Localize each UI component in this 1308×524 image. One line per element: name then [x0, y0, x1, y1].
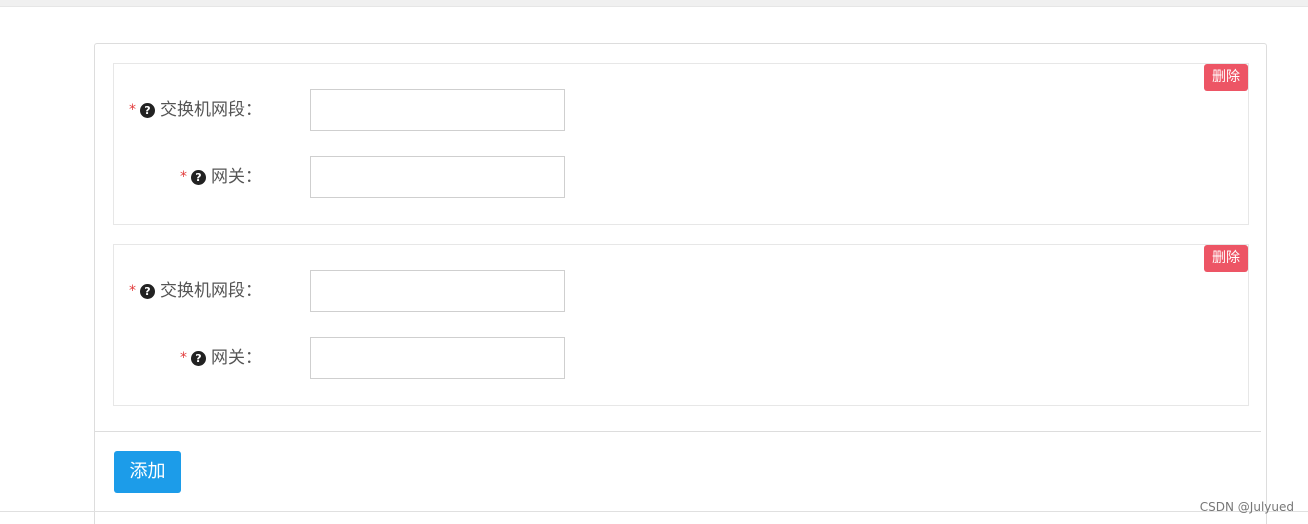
required-mark: * [180, 169, 187, 185]
required-mark: * [180, 350, 187, 366]
help-icon[interactable]: ? [140, 102, 155, 118]
gateway-input[interactable] [310, 337, 565, 379]
network-group-1: 删除 * ? 交换机网段： * ? 网关： [113, 63, 1249, 225]
gateway-input[interactable] [310, 156, 565, 198]
field-label: * ? 网关： [180, 156, 262, 198]
delete-group-button[interactable]: 删除 [1204, 245, 1248, 272]
switch-segment-input[interactable] [310, 270, 565, 312]
switch-segment-input[interactable] [310, 89, 565, 131]
footer-divider [95, 431, 1261, 432]
field-label-text: 交换机网段： [160, 100, 262, 120]
field-label-text: 网关： [211, 348, 262, 368]
add-group-button[interactable]: 添加 [114, 451, 181, 493]
required-mark: * [129, 283, 136, 299]
field-label: * ? 网关： [180, 337, 262, 379]
form-row-gateway: * ? 网关： [114, 337, 1248, 379]
required-mark: * [129, 102, 136, 118]
delete-group-button[interactable]: 删除 [1204, 64, 1248, 91]
field-label-text: 网关： [211, 167, 262, 187]
field-label-text: 交换机网段： [160, 281, 262, 301]
field-label: * ? 交换机网段： [129, 270, 262, 312]
help-icon[interactable]: ? [191, 350, 206, 366]
help-icon[interactable]: ? [140, 283, 155, 299]
field-label: * ? 交换机网段： [129, 89, 262, 131]
form-panel: 删除 * ? 交换机网段： * ? 网关： 删除 * ? 交换机网段： * ? … [94, 43, 1267, 524]
form-row-switch-segment: * ? 交换机网段： [114, 270, 1248, 312]
network-group-2: 删除 * ? 交换机网段： * ? 网关： [113, 244, 1249, 406]
form-row-gateway: * ? 网关： [114, 156, 1248, 198]
watermark: CSDN @Julyued [1199, 500, 1294, 514]
bottom-divider [0, 511, 1308, 512]
form-row-switch-segment: * ? 交换机网段： [114, 89, 1248, 131]
help-icon[interactable]: ? [191, 169, 206, 185]
top-bar [0, 0, 1308, 7]
